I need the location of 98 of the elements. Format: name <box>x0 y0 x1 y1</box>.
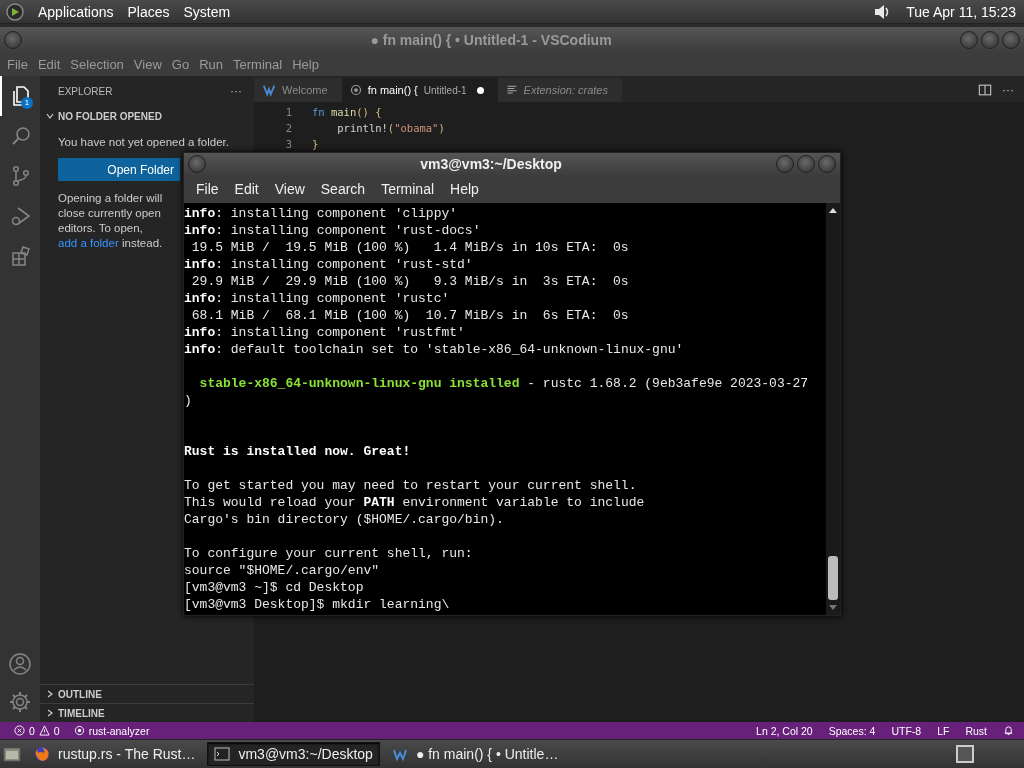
split-editor-icon[interactable] <box>978 83 992 97</box>
error-icon <box>14 725 25 736</box>
window-menu-button[interactable] <box>188 155 206 173</box>
welcome-icon <box>262 83 276 97</box>
maximize-button[interactable] <box>981 30 999 49</box>
more-button[interactable]: ··· <box>230 84 242 98</box>
code-line: fn main() { <box>312 106 382 118</box>
terminal-line: info: installing component 'clippy' <box>184 205 459 222</box>
blocks-icon <box>9 244 33 268</box>
menu-item[interactable]: Terminal <box>228 56 288 72</box>
menu-item[interactable]: File <box>188 181 227 197</box>
line-number: 2 <box>284 122 292 134</box>
account-icon[interactable] <box>8 652 32 676</box>
status-item[interactable]: UTF-8 <box>891 724 922 737</box>
editor-tab[interactable]: Welcome <box>254 78 342 102</box>
menu-item[interactable]: Help <box>442 181 487 197</box>
minimize-button[interactable] <box>776 155 794 173</box>
show-desktop-icon[interactable] <box>2 744 22 764</box>
browser-icon <box>34 746 50 762</box>
menu-item[interactable]: View <box>266 181 313 197</box>
status-item[interactable]: Ln 2, Col 20 <box>756 724 813 737</box>
panel-menu[interactable]: Applications <box>38 3 114 20</box>
panel-title: EXPLORER <box>58 85 113 97</box>
line-number: 1 <box>284 106 292 118</box>
menu-item[interactable]: Run <box>194 56 228 72</box>
terminal-line: info: installing component 'rustfmt' <box>184 324 466 341</box>
taskbar-button[interactable]: vm3@vm3:~/Desktop <box>207 742 380 766</box>
bell-icon[interactable] <box>1003 725 1014 736</box>
terminal-line: This would reload your PATH environment variable to include <box>184 494 646 511</box>
code-line: println!("obama") <box>336 122 445 134</box>
terminal-line: Cargo's bin directory ($HOME/.cargo/bin). <box>184 511 505 528</box>
terminal-line: [vm3@vm3 ~]$ cd Desktop <box>184 579 365 596</box>
menu-item[interactable]: Edit <box>32 56 66 72</box>
warning-icon <box>38 725 50 736</box>
extension-status[interactable]: rust-analyzer <box>88 724 150 737</box>
scrollbar-thumb[interactable] <box>828 556 838 600</box>
terminal-icon <box>214 746 231 762</box>
minimize-button[interactable] <box>960 30 978 49</box>
run-debug-icon <box>9 204 33 228</box>
count-badge: 1 <box>21 97 33 109</box>
scroll-down-icon[interactable] <box>828 604 838 612</box>
scroll-up-icon[interactable] <box>828 206 838 214</box>
logo-icon[interactable] <box>6 2 24 21</box>
line-number: 3 <box>284 138 292 150</box>
terminal-line: info: installing component 'rust-docs' <box>184 222 482 239</box>
more-button[interactable]: ··· <box>1002 83 1014 97</box>
status-item[interactable]: LF <box>937 724 950 737</box>
add-folder-link[interactable]: add a folder <box>58 237 119 249</box>
chevron-down-icon <box>45 111 55 121</box>
taskbar-button[interactable]: rustup.rs - The Rust… <box>28 742 202 766</box>
hint-text: Opening a folder will close currently open editors. To open, add a folder instead. <box>58 191 164 251</box>
section-header[interactable]: NO FOLDER OPENED <box>40 106 254 126</box>
collapsed-section[interactable]: OUTLINE <box>40 684 254 703</box>
status-item[interactable]: Rust <box>965 724 987 737</box>
menu-item[interactable]: View <box>128 56 167 72</box>
close-button[interactable] <box>1002 30 1020 49</box>
clock[interactable]: Tue Apr 11, 15:23 <box>906 3 1016 20</box>
close-button[interactable] <box>818 155 836 173</box>
editor-tab[interactable]: Extension: crates <box>497 78 622 102</box>
terminal-line: 19.5 MiB / 19.5 MiB (100 %) 1.4 MiB/s in 10s ETA: 0s <box>190 239 630 256</box>
terminal-line: 68.1 MiB / 68.1 MiB (100 %) 10.7 MiB/s in 6s ETA: 0s <box>190 307 630 324</box>
terminal-line: stable-x86_64-unknown-linux-gnu installed - rustc 1.68.2 (9eb3afe9e 2023-03-27 <box>198 375 810 392</box>
status-circle-icon <box>73 725 85 736</box>
terminal-line: ) <box>184 392 193 409</box>
taskbar-button[interactable]: ● fn main() { • Untitle… <box>385 742 565 766</box>
error-count[interactable]: 0 <box>29 724 35 737</box>
terminal-line: source "$HOME/.cargo/env" <box>184 562 381 579</box>
terminal-line: info: installing component 'rust-std' <box>184 256 474 273</box>
terminal-line: Rust is installed now. Great! <box>184 443 412 460</box>
terminal-line: To configure your current shell, run: <box>184 545 474 562</box>
menu-item[interactable]: Search <box>312 181 374 197</box>
open-folder-button[interactable]: Open Folder <box>58 158 180 181</box>
workspace-switcher[interactable] <box>956 745 974 763</box>
menu-item[interactable]: File <box>2 56 33 72</box>
maximize-button[interactable] <box>797 155 815 173</box>
no-folder-message: You have not yet opened a folder. <box>58 136 230 148</box>
editor-tab[interactable]: fn main() { Untitled-1 <box>341 78 498 102</box>
terminal-line: info: installing component 'rustc' <box>184 290 451 307</box>
menu-item[interactable]: Help <box>287 56 324 72</box>
code-line: } <box>312 138 319 150</box>
window-title: vm3@vm3:~/Desktop <box>419 156 563 172</box>
terminal-line: info: default toolchain set to 'stable-x86_64-unknown-linux-gnu' <box>184 341 685 358</box>
status-item[interactable]: Spaces: 4 <box>828 724 876 737</box>
warning-count[interactable]: 0 <box>53 724 60 737</box>
menu-item[interactable]: Selection <box>65 56 129 72</box>
scrollbar[interactable] <box>826 203 840 615</box>
panel-menu[interactable]: System <box>183 3 231 20</box>
window-menu-button[interactable] <box>4 30 22 49</box>
terminal-line: [vm3@vm3 Desktop]$ mkdir learning\ <box>184 596 451 613</box>
window-title: ● fn main() { • Untitled-1 - VSCodium <box>369 31 613 48</box>
menu-item[interactable]: Edit <box>226 181 267 197</box>
lines-icon <box>505 84 518 96</box>
menu-item[interactable]: Terminal <box>373 181 443 197</box>
terminal-line: 29.9 MiB / 29.9 MiB (100 %) 9.3 MiB/s in 3s ETA: 0s <box>190 273 630 290</box>
terminal-line: To get started you may need to restart your current shell. <box>184 477 638 494</box>
settings-icon[interactable] <box>8 690 32 714</box>
menu-item[interactable]: Go <box>166 56 195 72</box>
panel-menu[interactable]: Places <box>127 3 170 20</box>
